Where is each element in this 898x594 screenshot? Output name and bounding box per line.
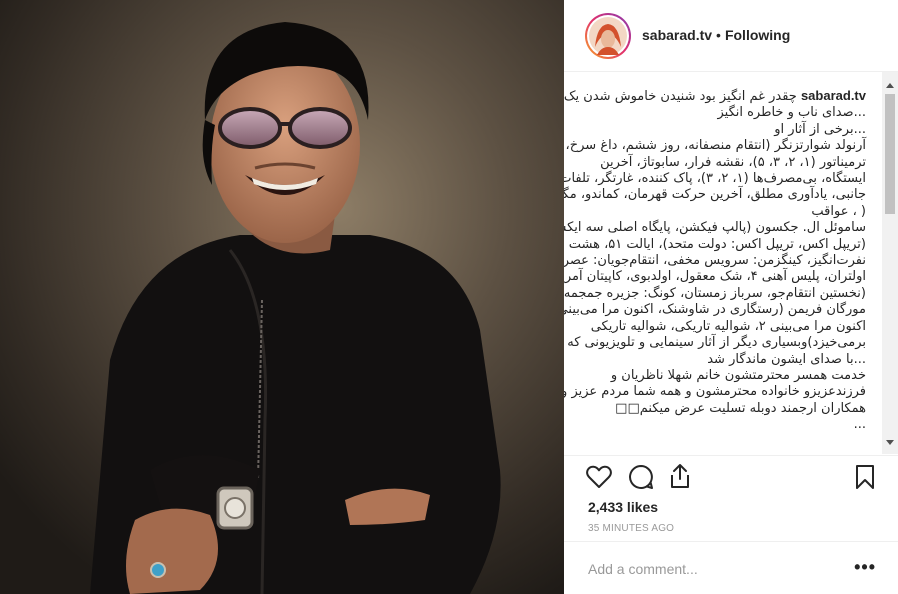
caption-line: ساموئل ال. جکسون (پالپ فیکشن، پایگاه اصل… — [564, 220, 866, 236]
comment-button[interactable] — [626, 462, 656, 492]
caption-line: (نخستین انتقام‌جو، سرباز زمستان، کونگ: ج… — [564, 286, 866, 302]
caption-line: آرنولد شوارتزنگر (انتقام منصفانه، روز شش… — [566, 138, 866, 154]
save-button[interactable] — [850, 462, 880, 492]
post-photo-illustration — [0, 0, 564, 594]
post-photo[interactable] — [0, 0, 564, 594]
caption-line: فرزندعزیزو خانواده محترمشون و همه شما مر… — [564, 384, 866, 400]
caption-line: همکاران ارجمند دوبله تسلیت عرض میکنم□□ — [588, 401, 866, 417]
avatar[interactable] — [585, 13, 631, 59]
caption-line-text: ایستگاه، بی‌مصرف‌ها (۱، ۲، ۳)، پاک کننده… — [564, 171, 866, 187]
header-username[interactable]: sabarad.tv — [642, 27, 712, 43]
caption-line-text: (تریپل اکس، تریپل اکس: دولت متحد)، ایالت… — [568, 236, 866, 252]
caption-line-text: نفرت‌انگیز، کینگزمن: سرویس مخفی، انتقام‌… — [564, 253, 866, 269]
caption-line: ...برخی از آثار او — [588, 122, 866, 138]
caption-line-text: همکاران ارجمند دوبله تسلیت عرض میکنم□□ — [615, 400, 866, 416]
caption-line-text: چقدر غم انگیز بود شنیدن خاموش شدن یک — [564, 89, 797, 104]
avatar-image — [587, 15, 629, 57]
post-actions: 2,433 likes 35 MINUTES AGO ••• — [564, 455, 898, 594]
caption-line-text: ...با صدای ایشون ماندگار شد — [707, 351, 866, 367]
caption-line: اولتران، پلیس آهنی ۴، شک معقول، اولدبوی،… — [564, 269, 866, 285]
caption-line-text: ...برخی از آثار او — [774, 121, 866, 137]
caption-line-text: اکنون مرا می‌بینی ۲، شوالیه تاریکی، شوال… — [590, 318, 866, 334]
caption-line-text: (نخستین انتقام‌جو، سرباز زمستان، کونگ: ج… — [564, 285, 866, 301]
caption-line: sabarad.tv چقدر غم انگیز بود شنیدن خاموش… — [564, 88, 866, 105]
heart-icon — [586, 465, 612, 488]
caption-line-text: اولتران، پلیس آهنی ۴، شک معقول، اولدبوی،… — [564, 269, 866, 285]
caption-line-text: ( ، عواقب — [811, 203, 866, 219]
caption-line: ... — [588, 417, 866, 433]
header-separator: • — [716, 27, 721, 43]
caption-line: نفرت‌انگیز، کینگزمن: سرویس مخفی، انتقام‌… — [564, 253, 866, 269]
caption-line-text: ساموئل ال. جکسون (پالپ فیکشن، پایگاه اصل… — [564, 220, 866, 236]
caption-line-text: خدمت همسر محترمتشون خانم شهلا ناظریان و — [610, 367, 866, 383]
caption-line: ...با صدای ایشون ماندگار شد — [588, 352, 866, 368]
scroll-up-arrow-icon[interactable] — [886, 83, 894, 88]
post-header: sabarad.tv • Following — [564, 0, 898, 72]
caption-line-text: ... — [853, 417, 866, 433]
caption-username[interactable]: sabarad.tv — [801, 88, 866, 103]
caption-line: ( ، عواقب — [588, 204, 866, 220]
share-button[interactable] — [665, 461, 695, 491]
scroll-thumb[interactable] — [885, 94, 895, 214]
speech-bubble-icon — [629, 465, 653, 489]
like-button[interactable] — [584, 462, 614, 492]
following-button[interactable]: Following — [725, 27, 790, 43]
caption-line: ترمیناتور (۱، ۲، ۳، ۵)، نقشه فرار، سابوت… — [588, 155, 866, 171]
comment-input[interactable] — [588, 542, 828, 594]
caption-line-text: برمی‌خیزد)وبسیاری دیگر از آثار سینمایی و… — [567, 335, 866, 351]
caption-line: (تریپل اکس، تریپل اکس: دولت متحد)، ایالت… — [569, 237, 866, 253]
caption-line-text: فرزندعزیزو خانواده محترمشون و همه شما مر… — [564, 384, 866, 400]
caption-scroll-area[interactable]: sabarad.tv چقدر غم انگیز بود شنیدن خاموش… — [564, 72, 898, 454]
caption-line: برمی‌خیزد)وبسیاری دیگر از آثار سینمایی و… — [567, 335, 866, 351]
caption-line-text: آرنولد شوارتزنگر (انتقام منصفانه، روز شش… — [565, 138, 866, 154]
share-icon — [671, 464, 689, 488]
caption-line: ایستگاه، بی‌مصرف‌ها (۱، ۲، ۳)، پاک کننده… — [564, 171, 866, 187]
post-timestamp[interactable]: 35 MINUTES AGO — [588, 523, 674, 534]
caption-line: مورگان فریمن (رستگاری در شاوشنک، اکنون م… — [564, 302, 866, 318]
caption-line: جانبی، یادآوری مطلق، آخرین حرکت قهرمان، … — [564, 187, 866, 203]
caption-line: ...صدای ناب و خاطره انگیز — [588, 105, 866, 121]
caption-line-text: مورگان فریمن (رستگاری در شاوشنک، اکنون م… — [564, 302, 866, 318]
post-details-panel: sabarad.tv • Following sabarad.tv چقدر غم … — [564, 0, 898, 594]
caption-line: اکنون مرا می‌بینی ۲، شوالیه تاریکی، شوال… — [588, 319, 866, 335]
scroll-down-arrow-icon[interactable] — [886, 440, 894, 445]
post-caption: sabarad.tv چقدر غم انگیز بود شنیدن خاموش… — [564, 88, 866, 434]
header-user-line: sabarad.tv • Following — [642, 27, 790, 43]
like-count[interactable]: 2,433 likes — [588, 499, 658, 515]
caption-line-text: ترمیناتور (۱، ۲، ۳، ۵)، نقشه فرار، سابوت… — [600, 154, 866, 170]
bookmark-icon — [856, 465, 874, 489]
more-options-button[interactable]: ••• — [854, 558, 876, 576]
caption-line-text: جانبی، یادآوری مطلق، آخرین حرکت قهرمان، … — [564, 187, 866, 203]
comment-row: ••• — [564, 541, 898, 594]
avatar-portrait-icon — [589, 17, 627, 55]
caption-scrollbar[interactable] — [882, 72, 898, 454]
caption-line-text: ...صدای ناب و خاطره انگیز — [717, 105, 866, 121]
caption-line: خدمت همسر محترمتشون خانم شهلا ناظریان و — [588, 368, 866, 384]
